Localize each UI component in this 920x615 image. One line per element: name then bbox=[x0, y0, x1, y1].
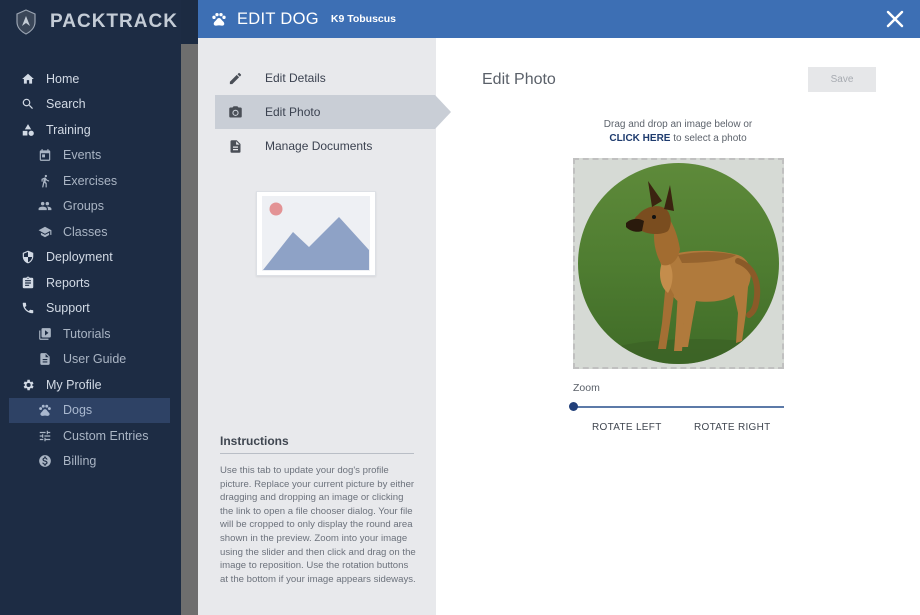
sidebar-item-label: User Guide bbox=[63, 352, 127, 367]
modal-title: EDIT DOG bbox=[237, 9, 319, 28]
sidebar-item-deployment[interactable]: Deployment bbox=[0, 245, 181, 271]
sidebar-item-user-guide[interactable]: User Guide bbox=[0, 347, 181, 373]
edit-photo-panel: Edit Photo Save Drag and drop an image b… bbox=[436, 38, 920, 615]
menu-item-label: Manage Documents bbox=[265, 139, 373, 153]
sidebar-item-reports[interactable]: Reports bbox=[0, 270, 181, 296]
phone-icon bbox=[20, 300, 36, 316]
running-icon bbox=[37, 173, 53, 189]
menu-item-edit-details[interactable]: Edit Details bbox=[215, 61, 435, 95]
sidebar-item-label: Reports bbox=[46, 275, 90, 290]
sidebar-item-home[interactable]: Home bbox=[0, 66, 181, 92]
photo-placeholder-thumbnail bbox=[256, 191, 376, 276]
sidebar-item-label: Support bbox=[46, 301, 90, 316]
instructions-text: Use this tab to update your dog's profil… bbox=[220, 465, 416, 585]
sidebar-item-label: Groups bbox=[63, 199, 104, 214]
menu-item-label: Edit Photo bbox=[265, 105, 321, 119]
sidebar-item-exercises[interactable]: Exercises bbox=[0, 168, 181, 194]
sliders-icon bbox=[37, 428, 53, 444]
document-icon bbox=[37, 351, 53, 367]
sidebar-item-label: Custom Entries bbox=[63, 428, 149, 443]
instructions-title: Instructions bbox=[220, 434, 414, 454]
pencil-icon bbox=[227, 70, 243, 86]
calendar-icon bbox=[37, 147, 53, 163]
sidebar-item-support[interactable]: Support bbox=[0, 296, 181, 322]
sidebar-item-training[interactable]: Training bbox=[0, 117, 181, 143]
document-icon bbox=[227, 138, 243, 154]
edit-dog-modal: EDIT DOG K9 Tobuscus Edit Details Edit P… bbox=[198, 0, 920, 615]
sidebar-item-search[interactable]: Search bbox=[0, 92, 181, 118]
sidebar-item-classes[interactable]: Classes bbox=[0, 219, 181, 245]
sidebar-item-label: Home bbox=[46, 71, 80, 86]
sidebar-item-my-profile[interactable]: My Profile bbox=[0, 372, 181, 398]
save-button[interactable]: Save bbox=[808, 67, 876, 92]
dog-photo-preview[interactable] bbox=[578, 163, 779, 364]
sidebar-item-label: Deployment bbox=[46, 250, 113, 265]
close-icon[interactable] bbox=[885, 9, 905, 29]
video-icon bbox=[37, 326, 53, 342]
sidebar: PACKTRACK Home Search Training Events Ex… bbox=[0, 0, 181, 615]
photo-drop-zone[interactable] bbox=[573, 158, 784, 369]
zoom-label: Zoom bbox=[573, 382, 600, 394]
drop-instructions: Drag and drop an image below or CLICK HE… bbox=[436, 118, 920, 146]
modal-side-menu: Edit Details Edit Photo Manage Documents… bbox=[198, 38, 451, 615]
dog-photo-image bbox=[578, 163, 779, 364]
menu-item-label: Edit Details bbox=[265, 71, 326, 85]
sidebar-item-label: Search bbox=[46, 97, 86, 112]
sidebar-item-label: Tutorials bbox=[63, 326, 111, 341]
sidebar-item-label: Billing bbox=[63, 454, 97, 469]
gear-icon bbox=[20, 377, 36, 393]
modal-header: EDIT DOG K9 Tobuscus bbox=[198, 0, 920, 38]
training-icon bbox=[20, 122, 36, 138]
school-icon bbox=[37, 224, 53, 240]
app-name: PACKTRACK bbox=[50, 11, 178, 32]
search-icon bbox=[20, 96, 36, 112]
sidebar-item-label: Exercises bbox=[63, 173, 118, 188]
zoom-slider[interactable] bbox=[569, 402, 784, 412]
clipboard-icon bbox=[20, 275, 36, 291]
sidebar-item-label: Classes bbox=[63, 224, 108, 239]
logo[interactable]: PACKTRACK bbox=[0, 0, 181, 44]
rotate-right-button[interactable]: ROTATE RIGHT bbox=[694, 422, 771, 433]
sidebar-item-dogs[interactable]: Dogs bbox=[9, 397, 170, 423]
menu-item-manage-documents[interactable]: Manage Documents bbox=[215, 129, 435, 163]
menu-item-edit-photo[interactable]: Edit Photo bbox=[215, 95, 451, 129]
drop-text-link-line: CLICK HERE to select a photo bbox=[436, 132, 920, 146]
sidebar-item-label: My Profile bbox=[46, 377, 102, 392]
rotate-left-button[interactable]: ROTATE LEFT bbox=[592, 422, 662, 433]
sidebar-item-groups[interactable]: Groups bbox=[0, 194, 181, 220]
camera-icon bbox=[227, 104, 243, 120]
sidebar-nav: Home Search Training Events Exercises Gr… bbox=[0, 66, 181, 474]
sidebar-item-label: Training bbox=[46, 122, 91, 137]
sidebar-item-custom-entries[interactable]: Custom Entries bbox=[0, 423, 181, 449]
sidebar-item-label: Dogs bbox=[63, 403, 93, 418]
select-photo-link[interactable]: CLICK HERE bbox=[609, 133, 670, 144]
zoom-slider-thumb[interactable] bbox=[569, 402, 578, 411]
home-icon bbox=[20, 71, 36, 87]
sidebar-item-label: Events bbox=[63, 148, 102, 163]
drop-text-line: Drag and drop an image below or bbox=[603, 119, 753, 130]
shield-icon bbox=[20, 249, 36, 265]
image-placeholder-icon bbox=[262, 196, 370, 271]
packtrack-shield-icon bbox=[16, 9, 36, 35]
section-title: Edit Photo bbox=[482, 71, 556, 88]
background-overlay bbox=[181, 44, 198, 615]
drop-text-suffix: to select a photo bbox=[670, 133, 747, 144]
sidebar-item-tutorials[interactable]: Tutorials bbox=[0, 321, 181, 347]
zoom-slider-track[interactable] bbox=[573, 406, 784, 408]
paw-icon bbox=[37, 402, 53, 418]
people-icon bbox=[37, 198, 53, 214]
sidebar-item-billing[interactable]: Billing bbox=[0, 449, 181, 475]
paw-icon bbox=[212, 13, 226, 26]
dog-name: K9 Tobuscus bbox=[330, 13, 397, 25]
sidebar-item-events[interactable]: Events bbox=[0, 143, 181, 169]
dollar-icon bbox=[37, 453, 53, 469]
